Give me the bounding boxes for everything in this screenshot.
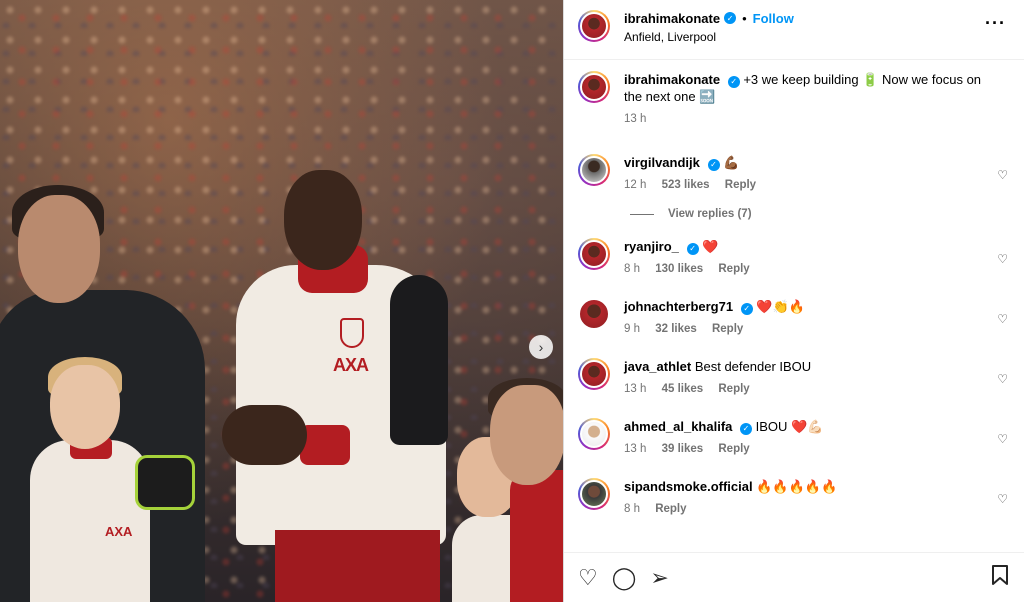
verified-icon: ✓	[686, 242, 699, 255]
verified-icon: ✓	[740, 302, 753, 315]
comment-icon[interactable]: ◯	[612, 565, 637, 591]
comments-list[interactable]: ibrahimakonate ✓ +3 we keep building 🔋 N…	[564, 61, 1024, 552]
comment-text: ❤️	[702, 239, 719, 254]
heart-icon[interactable]: ♡	[997, 372, 1008, 386]
player-hands	[222, 405, 307, 465]
mascot-girl-figure	[30, 440, 150, 602]
comment-username[interactable]: johnachterberg71	[624, 299, 733, 314]
comment-item: virgilvandijk ✓ 💪🏾 12 h 523 likes Reply …	[578, 154, 1008, 194]
reply-button[interactable]: Reply	[725, 179, 756, 191]
comment-likes[interactable]: 32 likes	[655, 323, 697, 335]
view-replies-button[interactable]: View replies (7)	[630, 208, 1008, 220]
share-icon[interactable]: ➢	[650, 565, 668, 591]
comment-text: IBOU ❤️💪🏻	[755, 419, 824, 434]
more-options-icon[interactable]: ···	[985, 14, 1006, 32]
avatar[interactable]	[578, 10, 610, 42]
comment-time: 8 h	[624, 263, 640, 275]
comment-item: ahmed_al_khalifa ✓ IBOU ❤️💪🏻 13 h 39 lik…	[578, 418, 1008, 458]
verified-icon: ✓	[707, 158, 720, 171]
verified-icon: ✓	[724, 12, 737, 24]
header-username[interactable]: ibrahimakonate	[624, 11, 720, 26]
reply-button[interactable]: Reply	[718, 383, 749, 395]
comment-time: 13 h	[624, 443, 647, 455]
comment-item: sipandsmoke.official 🔥🔥🔥🔥🔥 8 h Reply ♡	[578, 478, 1008, 518]
goalkeeper-head	[18, 195, 100, 303]
caption-time: 13 h	[624, 113, 647, 125]
comment-username[interactable]: virgilvandijk	[624, 155, 700, 170]
comment-time: 9 h	[624, 323, 640, 335]
reply-button[interactable]: Reply	[718, 443, 749, 455]
comment-username[interactable]: ahmed_al_khalifa	[624, 419, 732, 434]
post-actions: ♡ ◯ ➢	[564, 552, 1024, 602]
post-side-panel: ibrahimakonate ✓ • Follow Anfield, Liver…	[563, 0, 1024, 602]
reply-button[interactable]: Reply	[712, 323, 743, 335]
comment-text: Best defender IBOU	[694, 359, 812, 374]
avatar[interactable]	[578, 71, 610, 103]
second-player-figure	[510, 470, 563, 602]
comment-likes[interactable]: 130 likes	[655, 263, 703, 275]
comment-item: java_athlet Best defender IBOU 13 h 45 l…	[578, 358, 1008, 398]
comment-likes[interactable]: 45 likes	[662, 383, 704, 395]
sponsor-logo-small: AXA	[105, 524, 133, 539]
reply-button[interactable]: Reply	[655, 503, 686, 515]
goalkeeper-glove	[135, 455, 195, 510]
comment-username[interactable]: sipandsmoke.official	[624, 479, 753, 494]
comment-text: 🔥🔥🔥🔥🔥	[756, 479, 838, 494]
second-player-head	[490, 385, 563, 485]
verified-icon: ✓	[727, 75, 740, 88]
separator-dot: •	[742, 10, 747, 26]
player-sleeve	[390, 275, 448, 445]
comment-likes[interactable]: 39 likes	[662, 443, 704, 455]
player-cuff	[300, 425, 350, 465]
caption-username[interactable]: ibrahimakonate	[624, 72, 720, 87]
heart-icon[interactable]: ♡	[578, 565, 598, 591]
comment-item: ryanjiro_ ✓ ❤️ 8 h 130 likes Reply ♡	[578, 238, 1008, 278]
verified-icon: ✓	[740, 422, 753, 435]
post-header: ibrahimakonate ✓ • Follow Anfield, Liver…	[564, 0, 1024, 60]
comment-time: 8 h	[624, 503, 640, 515]
avatar[interactable]	[578, 358, 610, 390]
player-head	[284, 170, 362, 270]
avatar[interactable]	[578, 418, 610, 450]
comment-text: 💪🏾	[723, 155, 740, 170]
heart-icon[interactable]: ♡	[997, 312, 1008, 326]
mascot-girl-head	[50, 365, 120, 449]
avatar[interactable]	[578, 154, 610, 186]
comment-time: 12 h	[624, 179, 647, 191]
avatar[interactable]	[578, 298, 610, 330]
heart-icon[interactable]: ♡	[997, 168, 1008, 182]
comment-username[interactable]: ryanjiro_	[624, 239, 679, 254]
post-photo[interactable]: AXA AXA ›	[0, 0, 563, 602]
reply-button[interactable]: Reply	[718, 263, 749, 275]
sponsor-logo: AXA	[333, 355, 369, 375]
club-crest	[340, 318, 364, 348]
comment-likes[interactable]: 523 likes	[662, 179, 710, 191]
chevron-right-icon[interactable]: ›	[529, 335, 553, 359]
comment-username[interactable]: java_athlet	[624, 359, 691, 374]
avatar[interactable]	[578, 238, 610, 270]
comment-item: johnachterberg71 ✓ ❤️👏🔥 9 h 32 likes Rep…	[578, 298, 1008, 338]
bookmark-icon[interactable]	[990, 564, 1010, 592]
comment-time: 13 h	[624, 383, 647, 395]
heart-icon[interactable]: ♡	[997, 492, 1008, 506]
caption: ibrahimakonate ✓ +3 we keep building 🔋 N…	[578, 71, 1008, 128]
follow-button[interactable]: Follow	[753, 11, 794, 26]
player-shorts	[275, 530, 440, 602]
location-link[interactable]: Anfield, Liverpool	[624, 30, 794, 44]
heart-icon[interactable]: ♡	[997, 252, 1008, 266]
heart-icon[interactable]: ♡	[997, 432, 1008, 446]
avatar[interactable]	[578, 478, 610, 510]
comment-text: ❤️👏🔥	[756, 299, 805, 314]
